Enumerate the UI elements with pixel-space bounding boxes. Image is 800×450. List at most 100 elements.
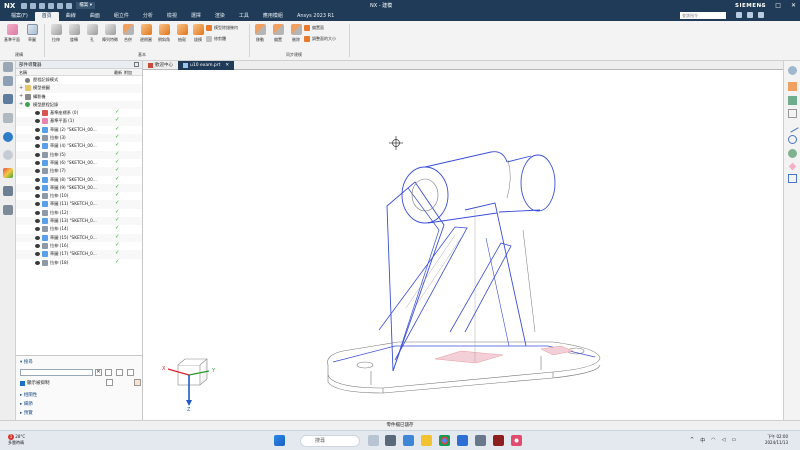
revolve-button[interactable]: 旋轉 [66, 24, 82, 43]
delete-face-button[interactable]: 刪除 [288, 24, 304, 43]
close-tab-icon[interactable]: ✕ [225, 61, 229, 70]
tree-row[interactable]: 歷程記錄模式 [16, 76, 142, 84]
tab-analysis[interactable]: 分析 [136, 12, 160, 21]
unite-button[interactable]: 合併 [120, 24, 136, 43]
battery-icon[interactable]: ▭ [731, 437, 736, 444]
history-icon[interactable] [3, 150, 13, 160]
visibility-eye-icon[interactable] [35, 252, 40, 257]
model-viewport[interactable]: X Y Z [143, 70, 783, 420]
pattern-feature-button[interactable]: 陣列特徵 [102, 24, 118, 43]
move-face-button[interactable]: 移動 [252, 24, 268, 43]
nx-taskbar-icon[interactable] [493, 435, 504, 446]
tree-row[interactable]: 拉伸 (14) ✓ [16, 225, 142, 233]
settings-icon[interactable] [747, 12, 753, 18]
visibility-eye-icon[interactable] [35, 111, 40, 116]
tree-row[interactable]: 草圖 (6) "SKETCH_00... ✓ [16, 159, 142, 167]
rectangle-icon[interactable] [788, 174, 797, 183]
tree-row[interactable]: 拉伸 (10) ✓ [16, 192, 142, 200]
command-search-input[interactable]: 查詢指令 [680, 12, 726, 19]
section-details[interactable]: ▸ 細節 [20, 401, 33, 407]
tab-ansys[interactable]: Ansys 2023 R1 [290, 12, 341, 21]
tree-row[interactable]: 草圖 (15) "SKETCH_0... ✓ [16, 233, 142, 242]
tree-row[interactable]: + 攝影機 [16, 93, 142, 101]
graphics-window[interactable]: X Y Z [143, 70, 783, 420]
wireframe-icon[interactable] [788, 109, 797, 118]
tab-assembly[interactable]: 組立件 [107, 12, 136, 21]
app-icon-4[interactable] [511, 435, 522, 446]
redo-icon[interactable] [39, 2, 46, 9]
tab-tools[interactable]: 工具 [232, 12, 256, 21]
tab-file[interactable]: 檔案(F) [4, 12, 35, 21]
copy-icon[interactable] [57, 2, 64, 9]
chrome-icon[interactable] [439, 435, 450, 446]
minimize-button[interactable]: — [759, 2, 765, 9]
show-suppressed-checkbox[interactable] [20, 380, 25, 386]
line-icon[interactable] [786, 120, 799, 133]
file-explorer-icon[interactable] [421, 435, 432, 446]
filter-dropdown[interactable] [116, 379, 132, 386]
tree-row[interactable]: 草圖 (8) "SKETCH_00... ✓ [16, 176, 142, 184]
edge-blend-button[interactable]: 邊倒圓 [138, 24, 154, 43]
visibility-eye-icon[interactable] [35, 160, 40, 165]
tree-row[interactable]: 草圖 (9) "SKETCH_00... ✓ [16, 183, 142, 193]
plane-icon[interactable] [788, 162, 797, 171]
small-button-4[interactable]: 調整面的大小 [304, 36, 336, 42]
shell-button[interactable]: 抽殼 [174, 24, 190, 43]
maximize-panel-icon[interactable] [134, 62, 139, 67]
search-prev-icon[interactable] [105, 369, 112, 376]
visibility-eye-icon[interactable] [35, 185, 40, 190]
app-icon-3[interactable] [475, 435, 486, 446]
taskbar-search[interactable]: 搜尋 [300, 435, 360, 447]
extrude-button[interactable]: 拉伸 [48, 24, 64, 43]
quick-access-dropdown[interactable]: 檔案 ▾ [76, 2, 95, 9]
close-button[interactable]: ✕ [791, 2, 796, 9]
tab-curve[interactable]: 曲線 [59, 12, 83, 21]
visibility-eye-icon[interactable] [35, 210, 40, 215]
web-browser-icon[interactable] [3, 132, 13, 142]
volume-icon[interactable]: ◁ [722, 437, 726, 444]
expand-icon[interactable]: + [19, 85, 23, 91]
navigator-search-input[interactable] [20, 369, 93, 376]
visibility-eye-icon[interactable] [35, 202, 40, 207]
visibility-eye-icon[interactable] [35, 119, 40, 124]
search-option-icon[interactable] [127, 369, 134, 376]
network-icon[interactable]: ◠ [711, 437, 715, 444]
tab-render[interactable]: 渲染 [208, 12, 232, 21]
app-icon-1[interactable] [403, 435, 414, 446]
visibility-eye-icon[interactable] [35, 152, 40, 157]
tree-row[interactable]: 草圖 (13) "SKETCH_0... ✓ [16, 217, 142, 226]
file-app-icon[interactable] [368, 435, 379, 446]
process-studio-icon[interactable] [3, 205, 13, 215]
tree-row[interactable]: 基準平面 (1) ✓ [16, 117, 142, 126]
circle-icon[interactable] [788, 135, 797, 144]
small-button-3[interactable]: 偏置面 [304, 25, 324, 31]
tab-welcome[interactable]: 歡迎中心 [143, 61, 178, 70]
settings-icon[interactable] [3, 62, 13, 72]
visibility-eye-icon[interactable] [35, 227, 40, 232]
undo-icon[interactable] [30, 2, 37, 9]
datum-plane-button[interactable]: 基準平面 [4, 24, 20, 43]
visibility-eye-icon[interactable] [35, 144, 40, 149]
chevron-up-icon[interactable]: ^ [690, 437, 694, 444]
reuse-library-icon[interactable] [3, 113, 13, 123]
tab-surface[interactable]: 曲面 [83, 12, 107, 21]
system-materials-icon[interactable] [3, 186, 13, 196]
visibility-eye-icon[interactable] [35, 235, 40, 240]
tab-select[interactable]: 選擇 [184, 12, 208, 21]
visibility-eye-icon[interactable] [35, 177, 40, 182]
filter-icon[interactable] [106, 379, 113, 386]
section-dependencies[interactable]: ▸ 相關性 [20, 392, 37, 398]
paste-icon[interactable] [66, 2, 73, 9]
section-preview[interactable]: ▸ 預覽 [20, 410, 33, 416]
tree-row[interactable]: 草圖 (2) "SKETCH_00... ✓ [16, 126, 142, 134]
fit-icon[interactable] [788, 82, 797, 91]
tree-row[interactable]: + 模型歷程記錄 [16, 100, 142, 110]
hole-button[interactable]: 孔 [84, 24, 100, 43]
help-icon[interactable] [736, 12, 742, 18]
expand-icon[interactable]: + [19, 101, 23, 107]
save-icon[interactable] [21, 2, 28, 9]
cut-icon[interactable] [48, 2, 55, 9]
tab-part-file[interactable]: u10 exam.prt ✕ [178, 61, 235, 70]
visibility-eye-icon[interactable] [35, 219, 40, 224]
visibility-eye-icon[interactable] [35, 260, 40, 265]
